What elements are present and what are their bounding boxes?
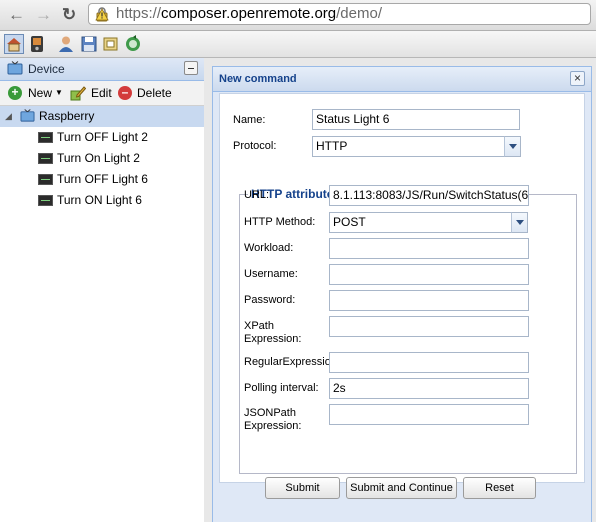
regex-label: RegularExpression: bbox=[244, 356, 340, 368]
tree-command-label: Turn OFF Light 6 bbox=[57, 172, 148, 186]
warning-lock-icon bbox=[95, 7, 109, 22]
url-label: URL: bbox=[244, 189, 270, 201]
account-icon[interactable] bbox=[56, 34, 76, 54]
jsonpath-label-line2: Expression: bbox=[244, 420, 302, 432]
command-icon bbox=[38, 132, 53, 143]
edit-button[interactable]: Edit bbox=[70, 85, 112, 101]
new-command-title: New command bbox=[219, 73, 297, 85]
command-icon bbox=[38, 174, 53, 185]
url-text: https://composer.openremote.org/demo/ bbox=[116, 4, 382, 24]
password-label: Password: bbox=[244, 294, 296, 306]
regex-field[interactable] bbox=[329, 352, 529, 373]
back-arrow-icon[interactable]: ← bbox=[8, 5, 25, 25]
polling-interval-field[interactable]: 2s bbox=[329, 378, 529, 399]
forward-arrow-icon[interactable]: → bbox=[35, 5, 52, 25]
building-modeler-icon[interactable] bbox=[4, 34, 24, 54]
dropdown-arrow-icon: ▼ bbox=[55, 88, 63, 97]
command-icon bbox=[38, 153, 53, 164]
add-icon: + bbox=[8, 86, 22, 100]
workload-label: Workload: bbox=[244, 242, 294, 254]
xpath-field[interactable] bbox=[329, 316, 529, 337]
xpath-label: XPath bbox=[244, 320, 274, 332]
reload-icon[interactable]: ↻ bbox=[62, 5, 76, 25]
tree-command-label: Turn OFF Light 2 bbox=[57, 130, 148, 144]
jsonpath-label: JSONPath bbox=[244, 407, 296, 419]
xpath-label-line2: Expression: bbox=[244, 333, 302, 345]
device-tv-icon bbox=[20, 109, 35, 122]
device-panel: Device + New ▼ Edit – Delete ◢ Raspberry bbox=[0, 58, 205, 522]
tree-device-raspberry[interactable]: ◢ Raspberry bbox=[0, 106, 204, 127]
url-field[interactable]: 8.1.113:8083/JS/Run/SwitchStatus(6,0) bbox=[329, 185, 529, 206]
tree-command-item[interactable]: Turn OFF Light 6 bbox=[0, 169, 204, 190]
submit-and-continue-button[interactable]: Submit and Continue bbox=[346, 477, 457, 499]
name-field[interactable]: Status Light 6 bbox=[312, 109, 520, 130]
url-path: /demo/ bbox=[336, 5, 382, 22]
url-host: composer.openremote.org bbox=[161, 5, 337, 22]
edit-icon bbox=[70, 86, 86, 101]
http-method-select[interactable]: POST bbox=[329, 212, 512, 233]
new-command-panel: New command × Name: Status Light 6 Proto… bbox=[212, 66, 592, 522]
ui-designer-icon[interactable] bbox=[27, 34, 47, 54]
protocol-dropdown-icon[interactable] bbox=[504, 136, 521, 157]
tv-icon bbox=[7, 61, 23, 75]
device-actions-bar: + New ▼ Edit – Delete bbox=[0, 81, 204, 106]
http-method-dropdown-icon[interactable] bbox=[511, 212, 528, 233]
reset-button[interactable]: Reset bbox=[463, 477, 536, 499]
protocol-label: Protocol: bbox=[233, 140, 277, 152]
browser-toolbar: ← → ↻ https://composer.openremote.org/de… bbox=[0, 0, 596, 31]
tree-command-label: Turn On Light 2 bbox=[57, 151, 140, 165]
new-button-label: New bbox=[28, 86, 53, 100]
command-form: Name: Status Light 6 Protocol: HTTP HTTP… bbox=[219, 93, 585, 483]
tree-expand-icon[interactable]: ◢ bbox=[5, 106, 12, 127]
app-toolbar bbox=[0, 31, 596, 58]
workload-field[interactable] bbox=[329, 238, 529, 259]
jsonpath-field[interactable] bbox=[329, 404, 529, 425]
password-field[interactable] bbox=[329, 290, 529, 311]
save-icon[interactable] bbox=[79, 34, 99, 54]
delete-icon: – bbox=[118, 86, 132, 100]
edit-button-label: Edit bbox=[91, 86, 112, 100]
tree-command-label: Turn ON Light 6 bbox=[57, 193, 142, 207]
new-button[interactable]: + New ▼ bbox=[8, 85, 66, 101]
tree-command-item[interactable]: Turn On Light 2 bbox=[0, 148, 204, 169]
export-icon[interactable] bbox=[101, 34, 121, 54]
tree-command-item[interactable]: Turn ON Light 6 bbox=[0, 190, 204, 211]
delete-button[interactable]: – Delete bbox=[118, 85, 176, 101]
sync-icon[interactable] bbox=[123, 34, 143, 54]
delete-button-label: Delete bbox=[137, 86, 172, 100]
tree-device-label: Raspberry bbox=[39, 109, 95, 123]
http-method-label: HTTP Method: bbox=[244, 216, 316, 228]
collapse-panel-button[interactable] bbox=[184, 61, 198, 75]
panel-splitter[interactable] bbox=[204, 58, 212, 522]
protocol-select[interactable]: HTTP bbox=[312, 136, 505, 157]
submit-button[interactable]: Submit bbox=[265, 477, 340, 499]
tree-command-item[interactable]: Turn OFF Light 2 bbox=[0, 127, 204, 148]
new-command-header: New command × bbox=[213, 67, 591, 92]
address-bar[interactable]: https://composer.openremote.org/demo/ bbox=[88, 3, 591, 25]
username-field[interactable] bbox=[329, 264, 529, 285]
polling-interval-label: Polling interval: bbox=[244, 382, 319, 394]
url-scheme: https:// bbox=[116, 5, 162, 22]
device-panel-header: Device bbox=[0, 58, 204, 81]
close-icon[interactable]: × bbox=[570, 71, 585, 86]
username-label: Username: bbox=[244, 268, 298, 280]
command-icon bbox=[38, 195, 53, 206]
name-label: Name: bbox=[233, 114, 266, 126]
device-panel-title: Device bbox=[28, 62, 65, 76]
